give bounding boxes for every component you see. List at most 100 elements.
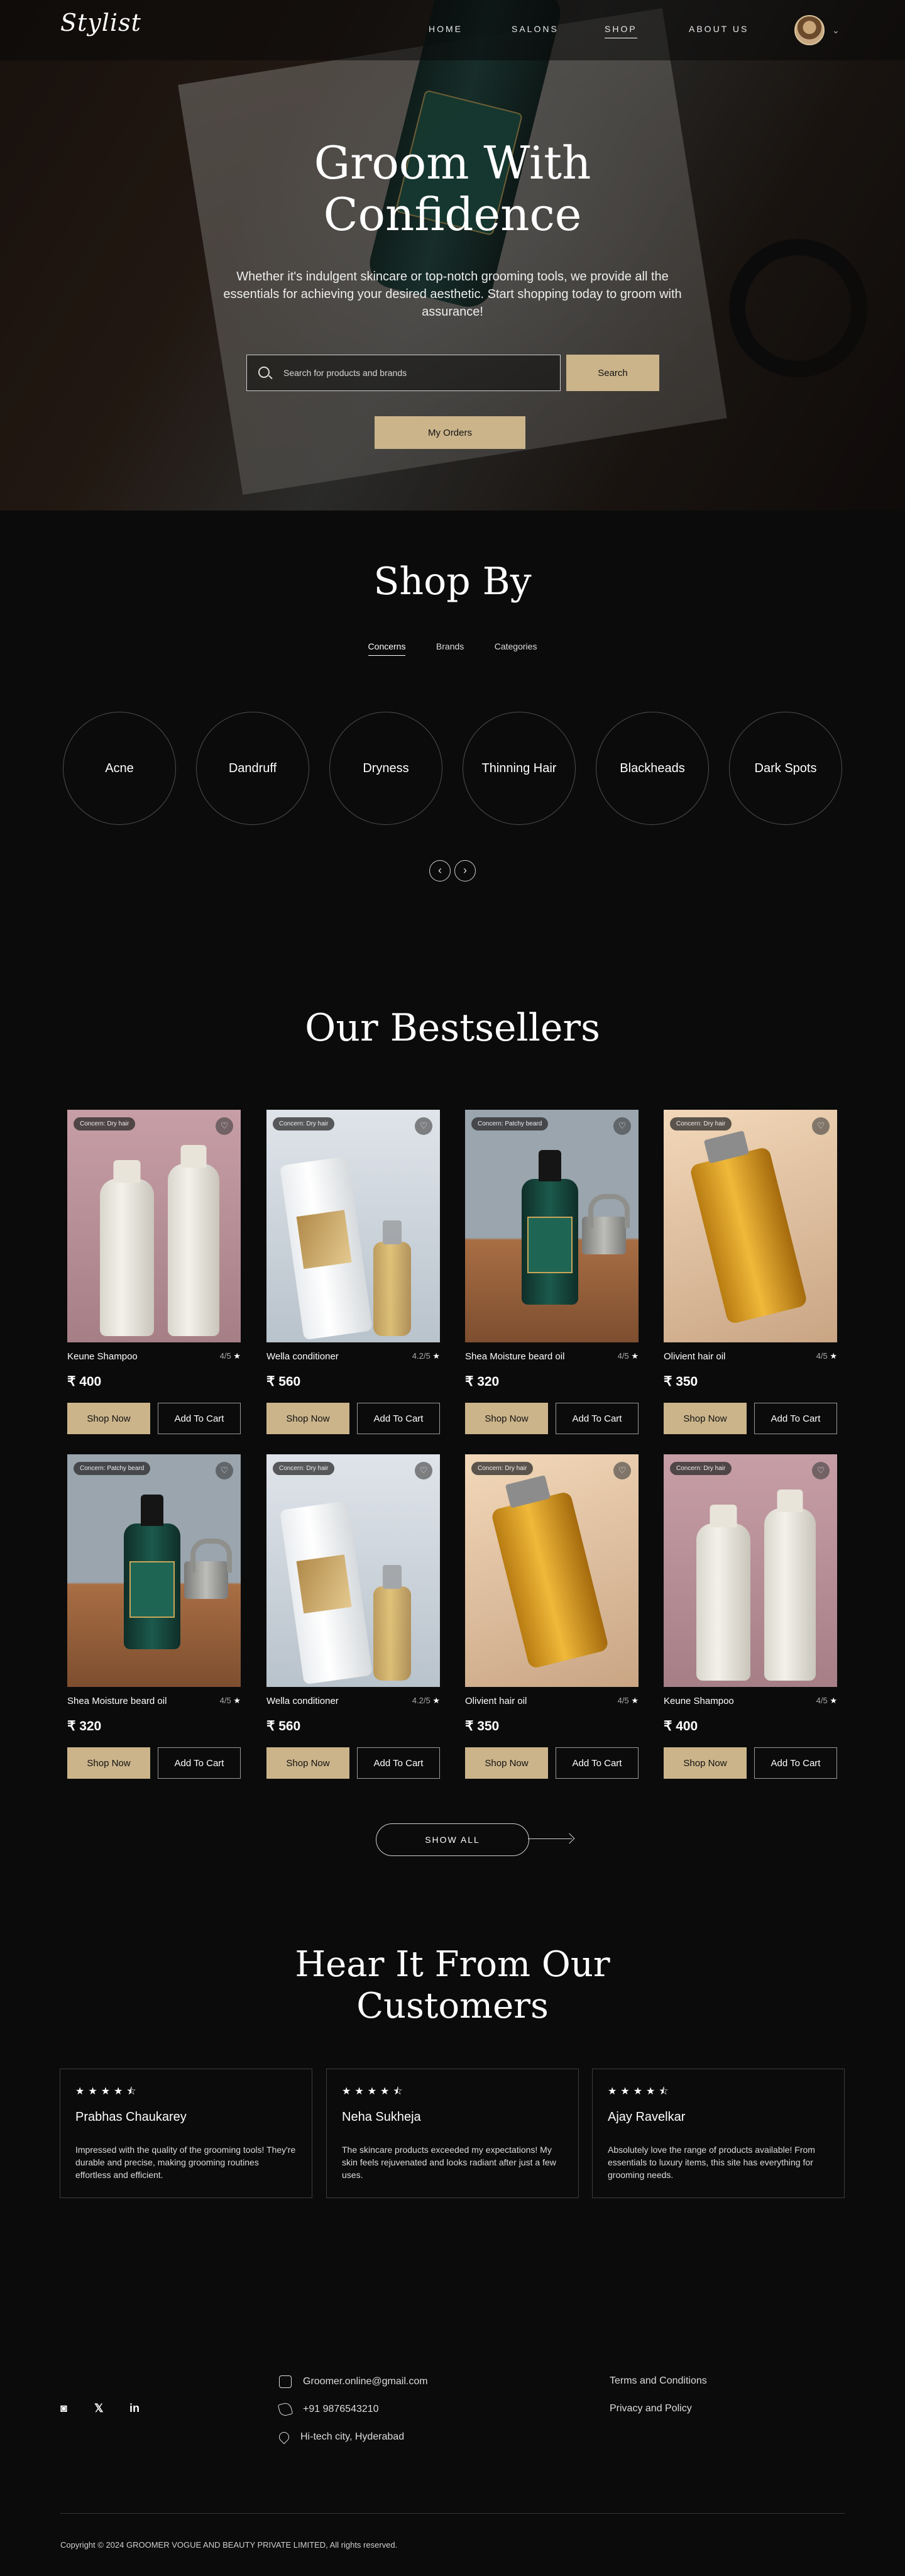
chevron-down-icon[interactable]: ⌄	[832, 25, 840, 36]
shop-now-button[interactable]: Shop Now	[67, 1747, 150, 1779]
add-to-cart-button[interactable]: Add To Cart	[158, 1403, 241, 1434]
product-image[interactable]: Concern: Dry hair ♡	[664, 1454, 837, 1687]
nav-shop[interactable]: SHOP	[605, 24, 637, 38]
nav-home[interactable]: HOME	[429, 24, 463, 38]
shop-now-button[interactable]: Shop Now	[664, 1403, 747, 1434]
product-image[interactable]: Concern: Dry hair ♡	[266, 1110, 440, 1342]
show-all-button[interactable]: SHOW ALL	[376, 1823, 529, 1856]
product-image[interactable]: Concern: Patchy beard ♡	[67, 1454, 241, 1687]
heart-icon[interactable]: ♡	[812, 1117, 830, 1135]
concern-dandruff[interactable]: Dandruff	[196, 712, 309, 825]
terms-link[interactable]: Terms and Conditions	[610, 2375, 707, 2387]
heart-icon[interactable]: ♡	[613, 1117, 631, 1135]
arrow-left-icon[interactable]: ‹	[429, 860, 451, 882]
product-rating: 4.2/5 ★	[412, 1696, 440, 1705]
concern-tag: Concern: Dry hair	[74, 1117, 136, 1130]
search-input[interactable]	[283, 355, 547, 390]
product-card[interactable]: Concern: Dry hair ♡ Wella conditioner 4.…	[266, 1110, 440, 1437]
concern-tag: Concern: Dry hair	[471, 1462, 534, 1475]
heart-icon[interactable]: ♡	[415, 1117, 432, 1135]
product-price: ₹ 320	[67, 1719, 102, 1733]
logo[interactable]: Stylist	[60, 9, 141, 36]
product-card[interactable]: Concern: Dry hair ♡ Wella conditioner 4.…	[266, 1454, 440, 1781]
shop-now-button[interactable]: Shop Now	[465, 1403, 548, 1434]
footer-email[interactable]: Groomer.online@gmail.com	[279, 2374, 428, 2389]
product-rating: 4/5 ★	[219, 1351, 241, 1361]
product-rating: 4/5 ★	[617, 1696, 639, 1705]
add-to-cart-button[interactable]: Add To Cart	[158, 1747, 241, 1779]
arrow-right-icon[interactable]: ›	[454, 860, 476, 882]
add-to-cart-button[interactable]: Add To Cart	[357, 1747, 440, 1779]
star-rating: ★★★★⯪	[75, 2086, 140, 2097]
tab-concerns[interactable]: Concerns	[368, 641, 406, 656]
product-rating: 4/5 ★	[219, 1696, 241, 1705]
footer-phone[interactable]: +91 9876543210	[277, 2401, 379, 2418]
star-icon: ★	[233, 1696, 241, 1705]
product-image[interactable]: Concern: Patchy beard ♡	[465, 1110, 639, 1342]
product-name: Olivient hair oil	[465, 1696, 527, 1706]
product-price: ₹ 560	[266, 1374, 301, 1389]
product-card[interactable]: Concern: Dry hair ♡ Keune Shampoo 4/5 ★ …	[67, 1110, 241, 1437]
reviewer-name: Neha Sukheja	[342, 2110, 421, 2124]
phone-icon	[277, 2401, 293, 2418]
shop-now-button[interactable]: Shop Now	[67, 1403, 150, 1434]
review-text: Impressed with the quality of the groomi…	[75, 2145, 296, 2180]
my-orders-button[interactable]: My Orders	[375, 416, 525, 449]
product-image[interactable]: Concern: Dry hair ♡	[465, 1454, 639, 1687]
bestsellers-title: Our Bestsellers	[305, 1006, 600, 1050]
product-price: ₹ 400	[664, 1719, 698, 1733]
star-icon: ★	[830, 1351, 837, 1361]
add-to-cart-button[interactable]: Add To Cart	[754, 1747, 837, 1779]
shop-now-button[interactable]: Shop Now	[664, 1747, 747, 1779]
shop-now-button[interactable]: Shop Now	[266, 1747, 349, 1779]
product-name: Shea Moisture beard oil	[67, 1696, 167, 1706]
product-name: Keune Shampoo	[67, 1351, 138, 1362]
concern-blackheads[interactable]: Blackheads	[596, 712, 709, 825]
nav-salons[interactable]: SALONS	[512, 24, 559, 38]
tab-categories[interactable]: Categories	[495, 641, 537, 655]
avatar[interactable]	[794, 15, 825, 45]
heart-icon[interactable]: ♡	[216, 1117, 233, 1135]
shop-now-button[interactable]: Shop Now	[266, 1403, 349, 1434]
star-icon: ★	[432, 1696, 440, 1705]
product-card[interactable]: Concern: Dry hair ♡ Olivient hair oil 4/…	[465, 1454, 639, 1781]
add-to-cart-button[interactable]: Add To Cart	[357, 1403, 440, 1434]
concern-dryness[interactable]: Dryness	[329, 712, 442, 825]
shop-now-button[interactable]: Shop Now	[465, 1747, 548, 1779]
instagram-icon[interactable]: ◙	[60, 2402, 67, 2415]
concern-dark-spots[interactable]: Dark Spots	[729, 712, 842, 825]
nav-about-us[interactable]: ABOUT US	[689, 24, 749, 38]
privacy-link[interactable]: Privacy and Policy	[610, 2403, 692, 2414]
hero-subtitle: Whether it's indulgent skincare or top-n…	[223, 270, 682, 319]
product-price: ₹ 350	[465, 1719, 500, 1733]
product-image[interactable]: Concern: Dry hair ♡	[664, 1110, 837, 1342]
add-to-cart-button[interactable]: Add To Cart	[754, 1403, 837, 1434]
concern-acne[interactable]: Acne	[63, 712, 176, 825]
product-image[interactable]: Concern: Dry hair ♡	[67, 1110, 241, 1342]
add-to-cart-button[interactable]: Add To Cart	[556, 1403, 639, 1434]
search-button[interactable]: Search	[566, 355, 659, 391]
shop-by-tabs: Concerns Brands Categories	[0, 641, 905, 656]
concern-thinning-hair[interactable]: Thinning Hair	[463, 712, 576, 825]
product-card[interactable]: Concern: Dry hair ♡ Keune Shampoo 4/5 ★ …	[664, 1454, 837, 1781]
top-navbar: Stylist HOME SALONS SHOP ABOUT US ⌄	[0, 0, 905, 60]
linkedin-icon[interactable]: in	[129, 2402, 140, 2415]
shop-by-title: Shop By	[373, 560, 532, 604]
product-card[interactable]: Concern: Patchy beard ♡ Shea Moisture be…	[465, 1110, 639, 1437]
hero-title: Groom With Confidence	[314, 136, 591, 241]
heart-icon[interactable]: ♡	[613, 1462, 631, 1479]
testimonials-title: Hear It From Our Customers	[295, 1944, 610, 2026]
product-image[interactable]: Concern: Dry hair ♡	[266, 1454, 440, 1687]
product-card[interactable]: Concern: Patchy beard ♡ Shea Moisture be…	[67, 1454, 241, 1781]
x-icon[interactable]: 𝕏	[94, 2402, 104, 2415]
add-to-cart-button[interactable]: Add To Cart	[556, 1747, 639, 1779]
search-box[interactable]	[246, 355, 561, 391]
heart-icon[interactable]: ♡	[812, 1462, 830, 1479]
product-name: Shea Moisture beard oil	[465, 1351, 565, 1362]
product-card[interactable]: Concern: Dry hair ♡ Olivient hair oil 4/…	[664, 1110, 837, 1437]
concern-tag: Concern: Dry hair	[670, 1117, 732, 1130]
heart-icon[interactable]: ♡	[216, 1462, 233, 1479]
review-text: The skincare products exceeded my expect…	[342, 2145, 556, 2180]
heart-icon[interactable]: ♡	[415, 1462, 432, 1479]
tab-brands[interactable]: Brands	[436, 641, 464, 655]
